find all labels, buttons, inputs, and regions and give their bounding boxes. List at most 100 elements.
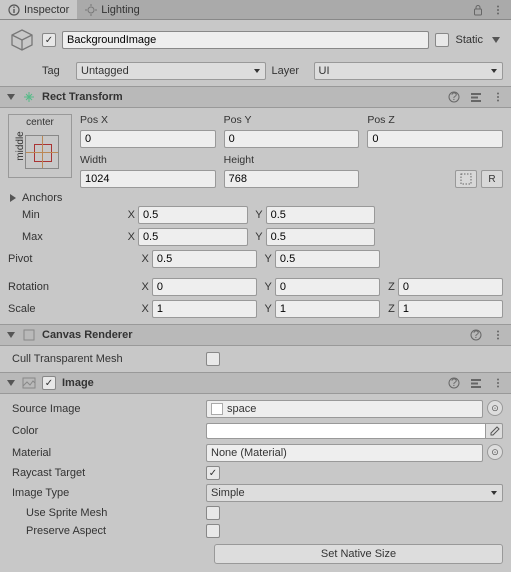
anchor-h-label: center: [9, 117, 71, 128]
set-native-size-button[interactable]: Set Native Size: [214, 544, 503, 564]
foldout-icon[interactable]: [6, 92, 16, 102]
preserve-aspect-label: Preserve Aspect: [8, 525, 198, 537]
sun-icon: [85, 4, 97, 16]
width-input[interactable]: [80, 170, 216, 188]
image-title: Image: [62, 377, 441, 389]
rect-transform-header[interactable]: Rect Transform ?: [0, 86, 511, 108]
anchor-max-x[interactable]: [138, 228, 248, 246]
static-checkbox[interactable]: [435, 33, 449, 47]
component-menu-icon[interactable]: [491, 376, 505, 390]
object-header: Static: [0, 20, 511, 60]
pivot-x[interactable]: [152, 250, 257, 268]
image-header[interactable]: Image ?: [0, 372, 511, 394]
material-label: Material: [8, 447, 198, 459]
rect-transform-icon: [22, 90, 36, 104]
canvas-renderer-icon: [22, 328, 36, 342]
canvas-renderer-body: Cull Transparent Mesh: [0, 346, 511, 372]
max-label: Max: [8, 231, 118, 243]
svg-text:?: ?: [473, 329, 479, 341]
layer-label: Layer: [272, 65, 308, 77]
eyedropper-icon[interactable]: [485, 423, 503, 439]
image-type-dropdown[interactable]: Simple: [206, 484, 503, 502]
rect-transform-title: Rect Transform: [42, 91, 441, 103]
anchor-preset-widget[interactable]: center middle: [8, 114, 72, 178]
component-menu-icon[interactable]: [491, 328, 505, 342]
posy-label: Pos Y: [224, 112, 360, 126]
info-icon: [8, 4, 20, 16]
anchor-max-y[interactable]: [266, 228, 376, 246]
scale-x[interactable]: [152, 300, 257, 318]
menu-icon[interactable]: [491, 3, 505, 17]
tag-layer-row: Tag Untagged Layer UI: [0, 60, 511, 86]
tab-bar: Inspector Lighting: [0, 0, 511, 20]
help-icon[interactable]: ?: [447, 90, 461, 104]
layer-dropdown[interactable]: UI: [314, 62, 504, 80]
canvas-renderer-title: Canvas Renderer: [42, 329, 463, 341]
use-sprite-mesh-label: Use Sprite Mesh: [8, 507, 198, 519]
foldout-icon[interactable]: [6, 378, 16, 388]
component-menu-icon[interactable]: [491, 90, 505, 104]
help-icon[interactable]: ?: [469, 328, 483, 342]
object-name-input[interactable]: [62, 31, 429, 49]
blueprint-mode-button[interactable]: [455, 170, 477, 188]
canvas-renderer-header[interactable]: Canvas Renderer ?: [0, 324, 511, 346]
anchor-min-x[interactable]: [138, 206, 248, 224]
material-field[interactable]: None (Material): [206, 444, 483, 462]
color-field[interactable]: [206, 423, 485, 439]
image-enabled-checkbox[interactable]: [42, 376, 56, 390]
help-icon[interactable]: ?: [447, 376, 461, 390]
source-image-field[interactable]: space: [206, 400, 483, 418]
static-label: Static: [455, 34, 483, 46]
cull-transparent-label: Cull Transparent Mesh: [8, 353, 198, 365]
scale-label: Scale: [8, 303, 132, 315]
static-dropdown-icon[interactable]: [489, 33, 503, 47]
image-icon: [22, 376, 36, 390]
image-type-label: Image Type: [8, 487, 198, 499]
anchors-label: Anchors: [22, 192, 62, 204]
tag-label: Tag: [42, 65, 70, 77]
rotation-y[interactable]: [275, 278, 380, 296]
foldout-right-icon: [8, 193, 18, 203]
posx-input[interactable]: [80, 130, 216, 148]
posx-label: Pos X: [80, 112, 216, 126]
image-body: Source Image space ⊙ Color Material None…: [0, 394, 511, 572]
anchor-min-y[interactable]: [266, 206, 376, 224]
height-input[interactable]: [224, 170, 360, 188]
raycast-target-checkbox[interactable]: [206, 466, 220, 480]
foldout-icon[interactable]: [6, 330, 16, 340]
width-label: Width: [80, 152, 216, 166]
rotation-z[interactable]: [398, 278, 503, 296]
tab-lighting-label: Lighting: [101, 4, 140, 16]
preset-icon[interactable]: [469, 90, 483, 104]
anchors-foldout[interactable]: Anchors: [8, 192, 503, 204]
preset-icon[interactable]: [469, 376, 483, 390]
rotation-label: Rotation: [8, 281, 132, 293]
lock-icon[interactable]: [471, 3, 485, 17]
sprite-thumb-icon: [211, 403, 223, 415]
height-label: Height: [224, 152, 360, 166]
svg-text:?: ?: [451, 377, 457, 389]
raw-edit-button[interactable]: R: [481, 170, 503, 188]
object-picker-icon[interactable]: ⊙: [487, 444, 503, 460]
tab-lighting[interactable]: Lighting: [77, 0, 148, 19]
posz-label: Pos Z: [367, 112, 503, 126]
use-sprite-mesh-checkbox[interactable]: [206, 506, 220, 520]
source-image-label: Source Image: [8, 403, 198, 415]
gameobject-icon[interactable]: [8, 26, 36, 54]
color-label: Color: [8, 425, 198, 437]
scale-z[interactable]: [398, 300, 503, 318]
pivot-y[interactable]: [275, 250, 380, 268]
raycast-target-label: Raycast Target: [8, 467, 198, 479]
posz-input[interactable]: [367, 130, 503, 148]
preserve-aspect-checkbox[interactable]: [206, 524, 220, 538]
active-checkbox[interactable]: [42, 33, 56, 47]
tab-inspector-label: Inspector: [24, 4, 69, 16]
posy-input[interactable]: [224, 130, 360, 148]
tab-inspector[interactable]: Inspector: [0, 0, 77, 19]
object-picker-icon[interactable]: ⊙: [487, 400, 503, 416]
svg-text:?: ?: [451, 91, 457, 103]
cull-transparent-checkbox[interactable]: [206, 352, 220, 366]
rotation-x[interactable]: [152, 278, 257, 296]
scale-y[interactable]: [275, 300, 380, 318]
tag-dropdown[interactable]: Untagged: [76, 62, 266, 80]
